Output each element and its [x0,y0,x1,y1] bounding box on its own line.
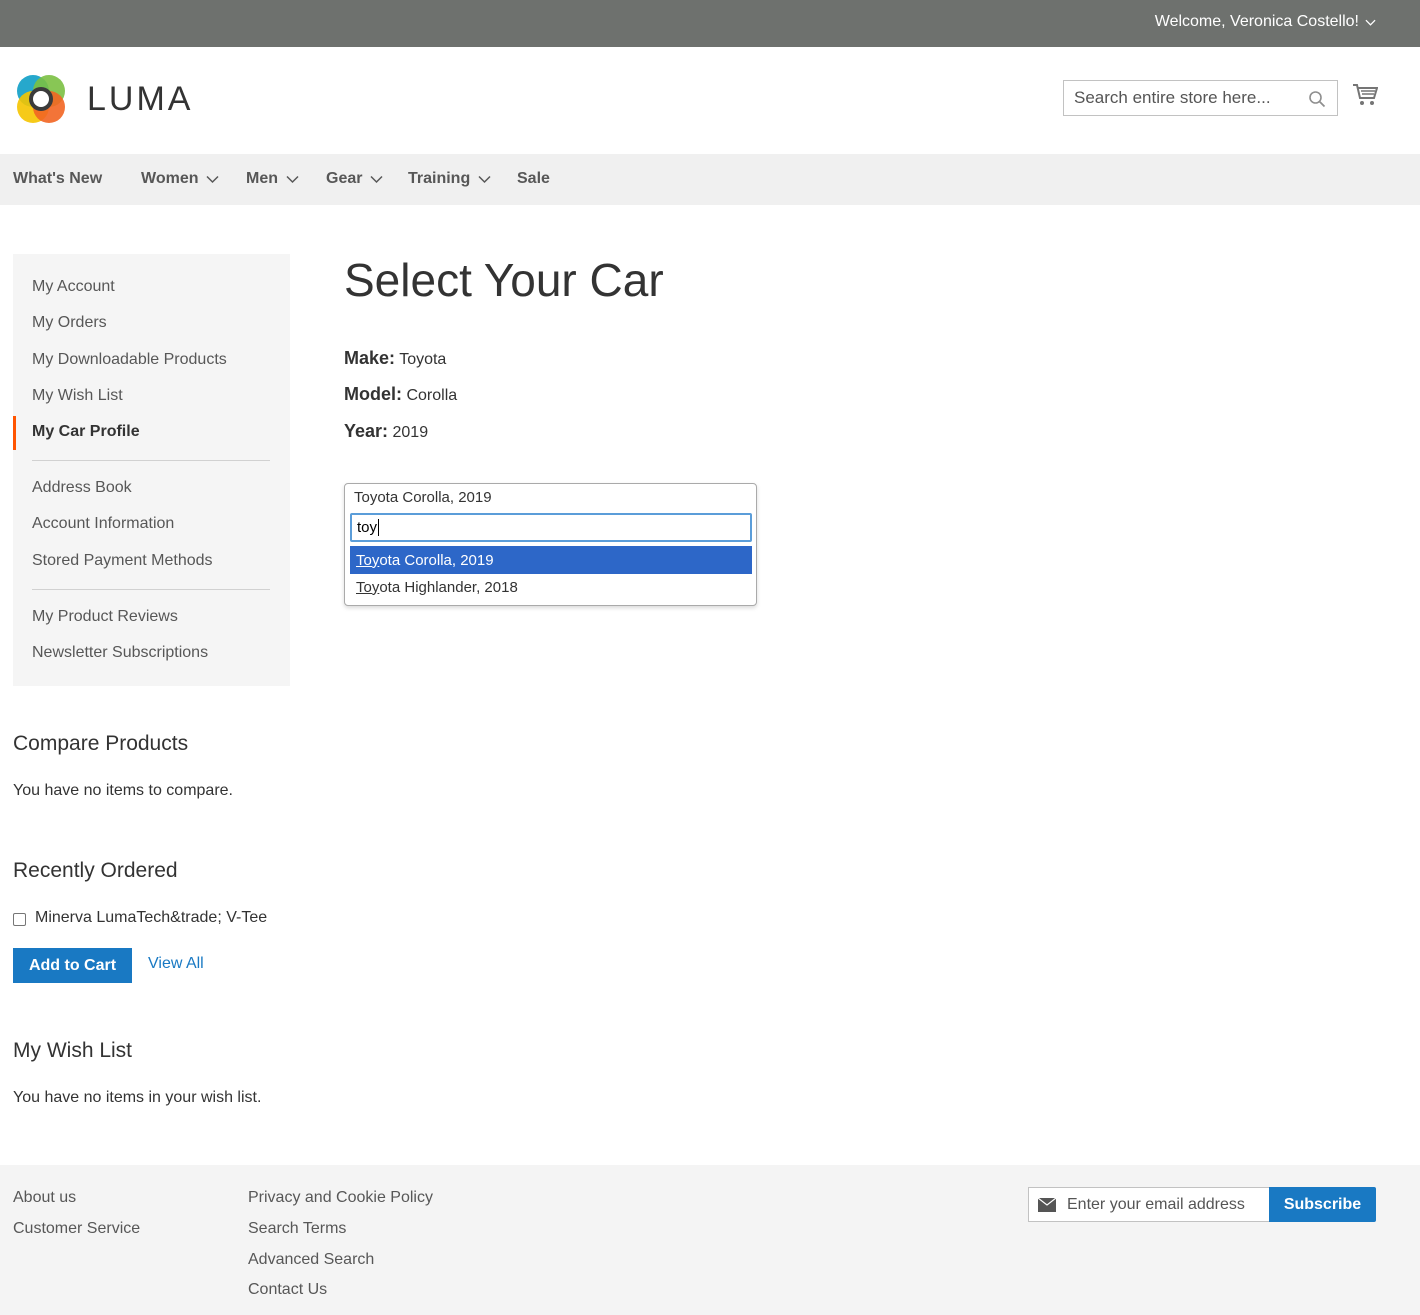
option-match: Toy [356,578,380,596]
sidebar-item-product-reviews[interactable]: My Product Reviews [32,608,178,626]
luma-logo-icon [17,75,65,123]
sidebar-item-car-profile[interactable]: My Car Profile [32,423,140,441]
car-search-input[interactable]: toy [350,513,752,542]
nav-item-whats-new[interactable]: What's New [13,170,102,188]
sidebar-item-wish-list[interactable]: My Wish List [32,387,123,405]
year-label: Year: [344,421,389,441]
active-indicator [13,416,16,450]
header: LUMA [0,47,1420,154]
chevron-down-icon [370,175,383,183]
year-row: Year: 2019 [344,421,428,442]
nav-item-sale[interactable]: Sale [517,170,550,188]
logo-text: LUMA [87,79,194,118]
nav-label: Men [246,170,278,187]
footer-link-contact-us[interactable]: Contact Us [248,1281,327,1299]
nav-item-gear[interactable]: Gear [326,170,383,188]
compare-title: Compare Products [13,732,189,755]
nav-label: Sale [517,170,550,187]
nav-item-men[interactable]: Men [246,170,299,188]
page-title: Select Your Car [344,254,664,306]
model-value: Corolla [406,387,458,404]
sidebar-divider [32,589,270,590]
main-nav: What's New Women Men Gear Training Sale [0,154,1420,205]
recent-item-checkbox[interactable] [13,913,26,926]
model-label: Model: [344,384,402,404]
footer-link-advanced-search[interactable]: Advanced Search [248,1251,374,1269]
compare-empty-text: You have no items to compare. [13,782,233,799]
chevron-down-icon [206,175,220,183]
search-icon[interactable] [1308,90,1326,108]
sidebar-divider [32,460,270,461]
car-select-current[interactable]: Toyota Corolla, 2019 [354,489,492,506]
sidebar-item-newsletter[interactable]: Newsletter Subscriptions [32,644,208,662]
option-rest: ota Corolla, 2019 [379,551,494,569]
recent-item-name[interactable]: Minerva LumaTech&trade; V-Tee [35,909,267,927]
welcome-menu[interactable]: Welcome, Veronica Costello! [1155,13,1376,31]
footer: About us Customer Service Privacy and Co… [0,1165,1420,1315]
nav-label: Training [408,170,471,187]
year-value: 2019 [392,424,429,441]
newsletter-email-input[interactable] [1067,1188,1267,1221]
cart-icon[interactable] [1352,83,1378,107]
car-select-dropdown: Toyota Corolla, 2019 toy Toy ota Corolla,… [344,483,757,606]
car-option[interactable]: Toy ota Corolla, 2019 [350,546,752,574]
chevron-down-icon [478,175,491,183]
nav-item-training[interactable]: Training [408,170,491,188]
view-all-link[interactable]: View All [148,955,204,973]
footer-link-search-terms[interactable]: Search Terms [248,1220,346,1238]
sidebar-item-downloadable-products[interactable]: My Downloadable Products [32,351,227,369]
sidebar-item-address-book[interactable]: Address Book [32,479,132,497]
option-match: Toy [356,551,380,569]
nav-label: Gear [326,170,363,187]
footer-link-customer-service[interactable]: Customer Service [13,1220,140,1238]
model-row: Model: Corolla [344,384,457,405]
footer-link-privacy[interactable]: Privacy and Cookie Policy [248,1189,433,1207]
welcome-text: Welcome, Veronica Costello! [1154,13,1359,30]
option-rest: ota Highlander, 2018 [379,578,518,596]
sidebar-item-my-orders[interactable]: My Orders [32,314,107,332]
make-value: Toyota [399,351,447,368]
make-label: Make: [344,348,396,368]
top-bar: Welcome, Veronica Costello! [0,0,1420,47]
sidebar-item-account-information[interactable]: Account Information [32,515,174,533]
chevron-down-icon [286,175,299,183]
subscribe-button[interactable]: Subscribe [1269,1187,1376,1222]
nav-item-women[interactable]: Women [141,170,220,188]
car-search-value: toy [357,519,378,536]
nav-label: Women [141,170,199,187]
account-sidebar: My Account My Orders My Downloadable Pro… [13,254,290,686]
newsletter-box [1028,1187,1270,1222]
wishlist-empty-text: You have no items in your wish list. [13,1089,262,1106]
search-input[interactable] [1064,81,1294,115]
make-row: Make: Toyota [344,348,446,369]
wishlist-title: My Wish List [13,1039,133,1062]
logo[interactable]: LUMA [13,71,193,127]
car-option[interactable]: Toy ota Highlander, 2018 [350,573,752,601]
add-to-cart-button[interactable]: Add to Cart [13,948,132,983]
footer-link-about-us[interactable]: About us [13,1189,76,1207]
mail-icon [1038,1198,1056,1212]
recently-ordered-title: Recently Ordered [13,859,178,882]
chevron-down-icon [1365,19,1376,26]
search-box [1063,80,1338,116]
sidebar-item-stored-payment-methods[interactable]: Stored Payment Methods [32,552,213,570]
sidebar-item-my-account[interactable]: My Account [32,278,115,296]
text-caret [378,519,380,536]
nav-label: What's New [13,170,103,187]
